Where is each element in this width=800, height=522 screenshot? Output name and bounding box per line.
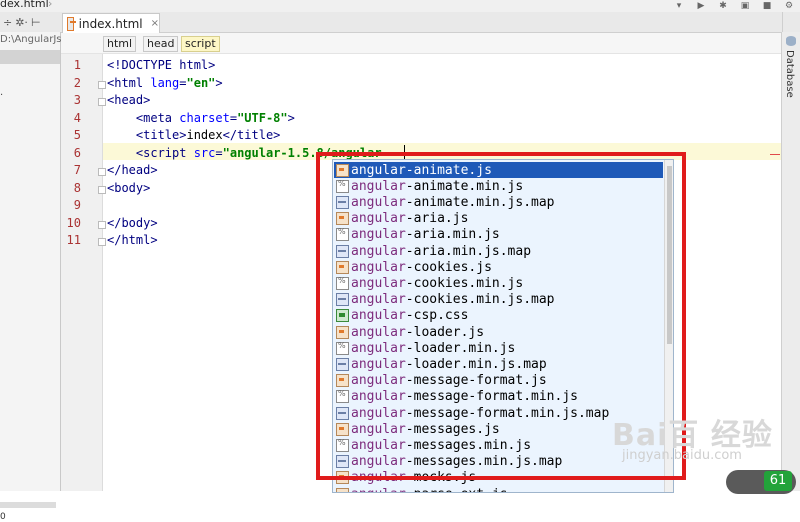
line-number: 11 <box>66 233 81 247</box>
debug-icon[interactable]: ✱ <box>712 0 734 12</box>
code-line[interactable]: <body> <box>107 181 150 195</box>
divider <box>782 12 783 32</box>
split-icon[interactable]: ÷ <box>3 16 12 29</box>
crumb-script[interactable]: script <box>181 36 220 52</box>
fold-marker-icon[interactable] <box>98 98 106 106</box>
line-number: 7 <box>73 163 81 177</box>
crumb-head[interactable]: head <box>143 36 179 52</box>
line-number: 5 <box>73 128 81 142</box>
crumb-html[interactable]: html <box>103 36 137 52</box>
code-line[interactable]: </html> <box>107 233 158 247</box>
bottom-status: 0 <box>0 512 6 522</box>
completion-item[interactable]: angular-parse-ext.js <box>334 486 663 493</box>
database-tab[interactable]: Database <box>784 50 795 98</box>
gear-icon[interactable]: ✲· <box>15 16 28 29</box>
dropdown-icon[interactable]: ▾ <box>668 0 690 12</box>
stop-icon[interactable]: ■ <box>756 0 778 12</box>
selected-tree-row[interactable] <box>0 50 60 64</box>
line-number: 8 <box>73 180 81 195</box>
js-file-icon <box>336 487 349 492</box>
code-line[interactable]: <meta charset="UTF-8"> <box>107 111 295 125</box>
project-panel: D:\AngularJs · 0 <box>0 32 61 522</box>
tree-mark: · <box>0 90 4 101</box>
code-line[interactable]: </head> <box>107 163 158 177</box>
close-icon[interactable]: × <box>151 18 159 29</box>
code-line[interactable]: </body> <box>107 216 158 230</box>
run-toolbar: ▾ ▶ ✱ ▣ ■ ⚙ <box>668 0 800 12</box>
horizontal-scrollbar[interactable] <box>0 502 56 508</box>
code-line[interactable]: <title>index</title> <box>107 128 281 142</box>
line-number: 4 <box>73 110 81 125</box>
line-number: 10 <box>66 215 81 230</box>
fold-marker-icon[interactable] <box>98 238 106 246</box>
completion-item-label: angular-parse-ext.js <box>351 487 508 493</box>
tab-label: index.html <box>78 16 143 31</box>
fold-marker-icon[interactable] <box>98 220 106 229</box>
line-number: 9 <box>73 198 81 212</box>
error-marker[interactable] <box>770 154 780 155</box>
project-path[interactable]: D:\AngularJs <box>0 34 61 45</box>
file-crumb[interactable]: dex.html <box>0 0 49 10</box>
html-file-icon <box>67 16 76 31</box>
database-icon[interactable] <box>786 36 796 46</box>
line-number: 1 <box>73 58 81 72</box>
coverage-icon[interactable]: ▣ <box>734 0 756 12</box>
code-line[interactable]: <!DOCTYPE html> <box>107 58 215 72</box>
run-icon[interactable]: ▶ <box>690 0 712 12</box>
tab-index-html[interactable]: index.html × <box>62 13 160 33</box>
collapse-icon[interactable]: ⊢ <box>31 16 41 29</box>
watermark-url: jingyan.baidu.com <box>622 448 742 463</box>
fold-marker-icon[interactable] <box>98 80 106 89</box>
line-number: 3 <box>73 93 81 107</box>
right-tool-strip: Database <box>781 32 800 491</box>
fold-marker-icon[interactable] <box>98 168 106 176</box>
percent-badge: 61 <box>764 471 792 491</box>
code-line[interactable]: <html lang="en"> <box>107 76 223 90</box>
breadcrumb: html head script <box>61 33 781 54</box>
chevron-right-icon: › <box>48 0 53 10</box>
project-tools: ÷ ✲· ⊢ <box>0 12 60 32</box>
settings-icon[interactable]: ⚙ <box>778 0 800 12</box>
code-line[interactable]: <head> <box>107 93 150 107</box>
editor-tab-bar: ÷ ✲· ⊢ index.html × <box>0 12 800 33</box>
line-number: 6 <box>73 145 81 160</box>
fold-marker-icon[interactable] <box>98 185 106 194</box>
line-number: 2 <box>73 75 81 90</box>
